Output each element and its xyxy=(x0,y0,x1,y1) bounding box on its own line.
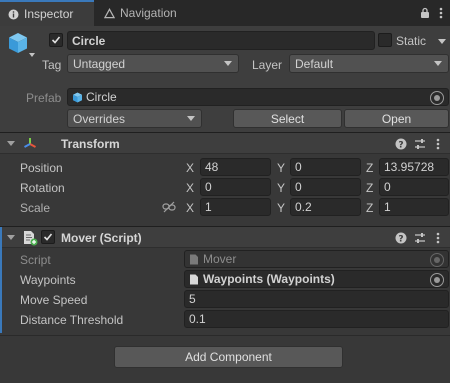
icon-dropdown-caret[interactable] xyxy=(29,53,35,57)
unlink-icon[interactable] xyxy=(162,200,176,214)
distance-threshold-label: Distance Threshold xyxy=(20,313,124,327)
add-component-button[interactable]: Add Component xyxy=(114,346,343,368)
layer-label: Layer xyxy=(252,58,283,72)
help-icon[interactable]: ? xyxy=(394,137,408,151)
scale-z-label[interactable]: Z xyxy=(366,201,373,215)
position-x-label[interactable]: X xyxy=(186,161,194,175)
presets-sliders-icon[interactable] xyxy=(413,231,427,245)
scale-y-label[interactable]: Y xyxy=(277,201,285,215)
static-checkbox[interactable] xyxy=(378,33,392,47)
navigation-icon xyxy=(104,7,115,19)
script-label: Script xyxy=(20,253,51,267)
mover-script-title: Mover (Script) xyxy=(61,231,142,245)
svg-text:?: ? xyxy=(398,140,403,150)
layer-dropdown[interactable]: Default xyxy=(289,54,449,73)
gameobject-cube-icon[interactable] xyxy=(7,32,29,57)
tab-bar: Inspector Navigation xyxy=(0,0,450,26)
scale-z-input[interactable]: 1 xyxy=(379,198,449,216)
waypoints-field[interactable]: Waypoints (Waypoints) xyxy=(184,270,449,288)
scale-y-input[interactable]: 0.2 xyxy=(290,198,361,216)
open-button[interactable]: Open xyxy=(344,109,449,128)
static-dropdown-caret[interactable] xyxy=(438,39,446,44)
tag-dropdown[interactable]: Untagged xyxy=(67,54,239,73)
scale-x-input[interactable]: 1 xyxy=(200,198,271,216)
mover-script-body: Script Mover Waypoints Waypoints (Waypoi… xyxy=(0,249,450,335)
object-picker-icon xyxy=(430,253,444,267)
static-label: Static xyxy=(396,34,427,48)
collapse-arrow-icon[interactable] xyxy=(7,141,15,146)
move-speed-input[interactable]: 5 xyxy=(184,290,449,308)
active-checkbox[interactable] xyxy=(49,33,63,47)
prefab-cube-icon xyxy=(72,92,83,103)
rotation-x-label[interactable]: X xyxy=(186,181,194,195)
prefab-label: Prefab xyxy=(26,91,62,105)
tab-inspector[interactable]: Inspector xyxy=(0,0,94,26)
object-picker-icon[interactable] xyxy=(430,273,444,287)
select-button[interactable]: Select xyxy=(233,109,342,128)
script-file-icon xyxy=(189,254,199,265)
transform-body: Position X 48 Y 0 Z 13.95728 Rotation X … xyxy=(0,155,450,225)
chevron-down-icon xyxy=(224,61,232,66)
more-menu-icon[interactable] xyxy=(431,137,445,151)
transform-title: Transform xyxy=(61,137,120,151)
more-menu-icon[interactable] xyxy=(434,6,448,20)
chevron-down-icon xyxy=(434,61,442,66)
position-z-label[interactable]: Z xyxy=(366,161,373,175)
gameobject-name-input[interactable]: Circle xyxy=(67,31,375,50)
divider xyxy=(0,335,450,336)
waypoints-label: Waypoints xyxy=(20,273,76,287)
tag-label: Tag xyxy=(42,58,62,72)
info-icon xyxy=(8,9,19,20)
script-file-icon xyxy=(22,230,38,249)
help-icon[interactable]: ? xyxy=(394,231,408,245)
more-menu-icon[interactable] xyxy=(431,231,445,245)
modified-indicator xyxy=(0,249,2,333)
transform-axis-icon xyxy=(22,136,38,155)
rotation-x-input[interactable]: 0 xyxy=(200,178,271,196)
tab-navigation-label: Navigation xyxy=(120,6,177,20)
rotation-z-label[interactable]: Z xyxy=(366,181,373,195)
transform-header[interactable]: Transform ? xyxy=(0,132,450,154)
collapse-arrow-icon[interactable] xyxy=(7,235,15,240)
rotation-z-input[interactable]: 0 xyxy=(379,178,449,196)
chevron-down-icon xyxy=(187,116,195,121)
overrides-dropdown[interactable]: Overrides xyxy=(67,109,202,128)
position-z-input[interactable]: 13.95728 xyxy=(379,158,449,176)
rotation-y-input[interactable]: 0 xyxy=(290,178,361,196)
script-file-icon xyxy=(189,274,199,285)
position-label: Position xyxy=(20,161,63,175)
scale-label: Scale xyxy=(20,201,51,215)
scale-x-label[interactable]: X xyxy=(186,201,194,215)
mover-script-header[interactable]: Mover (Script) ? xyxy=(0,226,450,249)
modified-indicator xyxy=(0,227,2,249)
presets-sliders-icon[interactable] xyxy=(413,137,427,151)
gameobject-header: Circle Static Tag Untagged Layer Default… xyxy=(0,26,450,132)
tab-inspector-label: Inspector xyxy=(24,7,74,21)
rotation-y-label[interactable]: Y xyxy=(277,181,285,195)
rotation-label: Rotation xyxy=(20,181,65,195)
component-enabled-checkbox[interactable] xyxy=(41,230,55,244)
position-y-input[interactable]: 0 xyxy=(290,158,361,176)
script-field: Mover xyxy=(184,250,449,268)
prefab-asset-field[interactable]: Circle xyxy=(67,88,449,106)
distance-threshold-input[interactable]: 0.1 xyxy=(184,310,449,328)
lock-icon[interactable] xyxy=(418,6,432,20)
svg-text:?: ? xyxy=(398,234,403,244)
position-x-input[interactable]: 48 xyxy=(200,158,271,176)
object-picker-icon[interactable] xyxy=(430,91,444,105)
position-y-label[interactable]: Y xyxy=(277,161,285,175)
move-speed-label: Move Speed xyxy=(20,293,88,307)
tab-navigation[interactable]: Navigation xyxy=(100,0,177,26)
